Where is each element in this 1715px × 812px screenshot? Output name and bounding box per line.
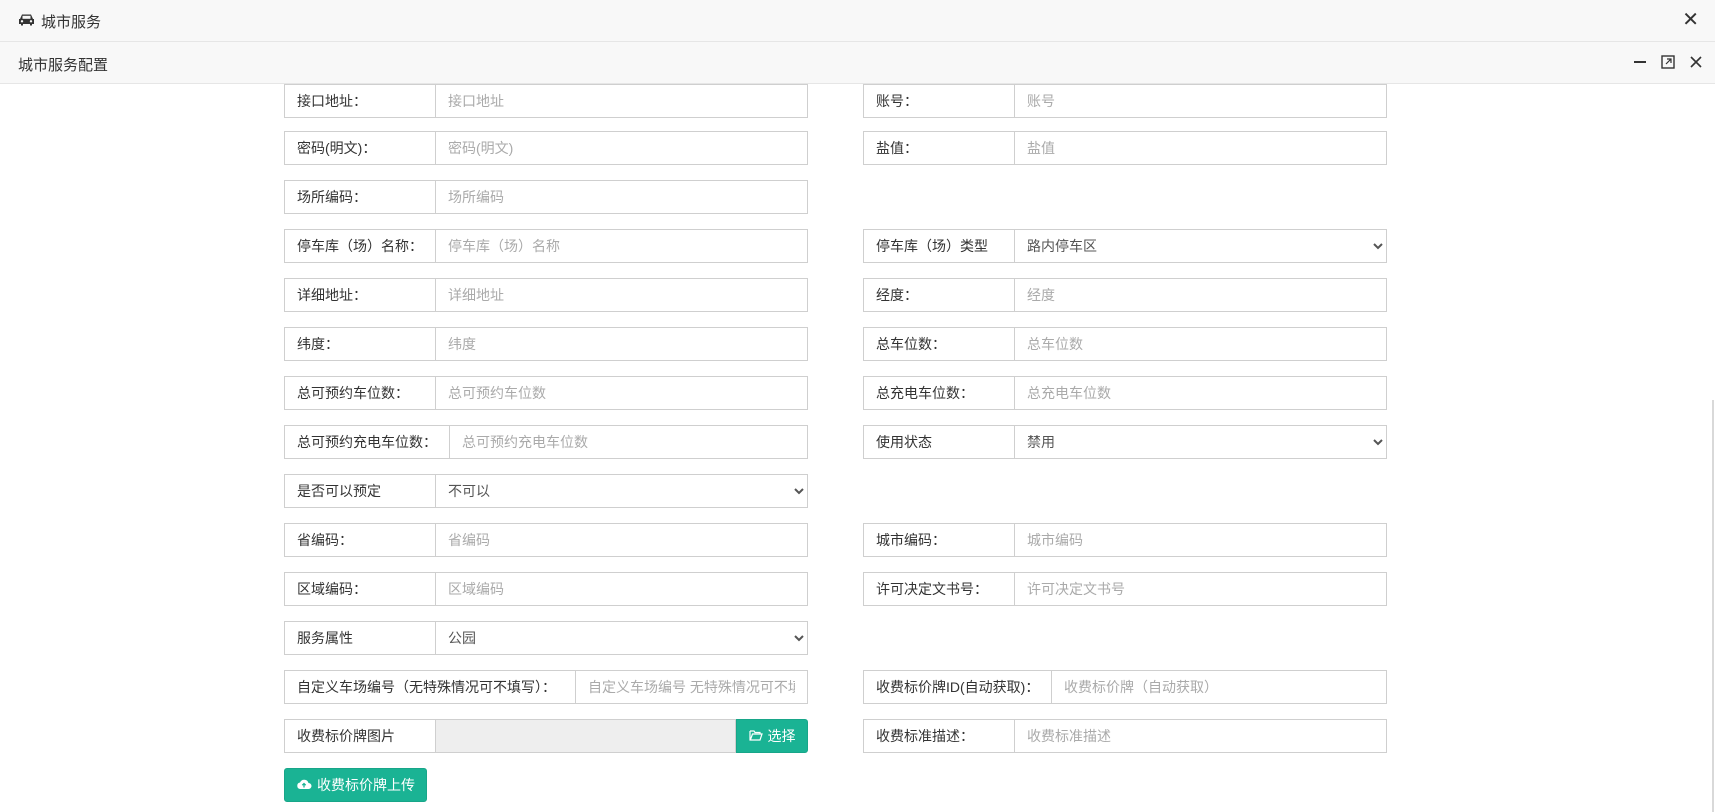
window-title: 城市服务 bbox=[18, 11, 101, 32]
status-field: 使用状态 禁用 bbox=[863, 425, 1387, 459]
dialog-titlebar: 城市服务配置 bbox=[0, 42, 1715, 84]
lot-name-field: 停车库（场）名称： bbox=[284, 229, 808, 263]
password-field: 密码(明文)： bbox=[284, 131, 808, 165]
total-spaces-input[interactable] bbox=[1014, 327, 1387, 361]
bookable-select[interactable]: 不可以 bbox=[435, 474, 808, 508]
reservable-spaces-input[interactable] bbox=[435, 376, 808, 410]
folder-open-icon bbox=[748, 728, 763, 744]
lot-type-field: 停车库（场）类型 路内停车区 bbox=[863, 229, 1387, 263]
service-attr-field: 服务属性 公园 bbox=[284, 621, 808, 655]
api-url-input[interactable] bbox=[435, 84, 808, 118]
price-board-id-field: 收费标价牌ID(自动获取)： bbox=[863, 670, 1387, 704]
minimize-icon[interactable] bbox=[1631, 52, 1649, 72]
license-no-field: 许可决定文书号： bbox=[863, 572, 1387, 606]
longitude-input[interactable] bbox=[1014, 278, 1387, 312]
api-url-field: 接口地址： bbox=[284, 84, 808, 118]
district-code-input[interactable] bbox=[435, 572, 808, 606]
latitude-field: 纬度： bbox=[284, 327, 808, 361]
password-input[interactable] bbox=[435, 131, 808, 165]
city-code-input[interactable] bbox=[1014, 523, 1387, 557]
dialog-close-icon[interactable] bbox=[1687, 52, 1705, 72]
account-input[interactable] bbox=[1014, 84, 1387, 118]
longitude-field: 经度： bbox=[863, 278, 1387, 312]
window-close-icon[interactable]: ✕ bbox=[1682, 9, 1699, 31]
custom-lot-no-input[interactable] bbox=[575, 670, 808, 704]
charging-spaces-input[interactable] bbox=[1014, 376, 1387, 410]
service-attr-select[interactable]: 公园 bbox=[435, 621, 808, 655]
maximize-icon[interactable] bbox=[1659, 52, 1677, 72]
account-field: 账号： bbox=[863, 84, 1387, 118]
site-code-field: 场所编码： bbox=[284, 180, 808, 214]
price-board-id-input[interactable] bbox=[1051, 670, 1387, 704]
lot-type-select[interactable]: 路内停车区 bbox=[1014, 229, 1387, 263]
reservable-spaces-field: 总可预约车位数： bbox=[284, 376, 808, 410]
dialog-title: 城市服务配置 bbox=[18, 57, 109, 74]
scrollbar[interactable] bbox=[1712, 400, 1714, 812]
window-titlebar: 城市服务 ✕ bbox=[0, 0, 1715, 42]
price-board-image-path bbox=[435, 719, 736, 753]
license-no-input[interactable] bbox=[1014, 572, 1387, 606]
latitude-input[interactable] bbox=[435, 327, 808, 361]
salt-input[interactable] bbox=[1014, 131, 1387, 165]
city-service-form: 接口地址： 账号： 密码(明文)： 盐值： 场所编码： 停车库（场）名称： 停车… bbox=[0, 84, 1715, 812]
fee-desc-field: 收费标准描述： bbox=[863, 719, 1387, 753]
bookable-field: 是否可以预定 不可以 bbox=[284, 474, 808, 508]
district-code-field: 区域编码： bbox=[284, 572, 808, 606]
total-spaces-field: 总车位数： bbox=[863, 327, 1387, 361]
city-code-field: 城市编码： bbox=[863, 523, 1387, 557]
price-board-image-field: 收费标价牌图片 选择 bbox=[284, 719, 808, 753]
status-select[interactable]: 禁用 bbox=[1014, 425, 1387, 459]
custom-lot-no-field: 自定义车场编号（无特殊情况可不填写）： bbox=[284, 670, 808, 704]
charging-spaces-field: 总充电车位数： bbox=[863, 376, 1387, 410]
choose-file-button[interactable]: 选择 bbox=[736, 719, 808, 753]
fee-desc-input[interactable] bbox=[1014, 719, 1387, 753]
province-code-input[interactable] bbox=[435, 523, 808, 557]
address-input[interactable] bbox=[435, 278, 808, 312]
reservable-charging-field: 总可预约充电车位数： bbox=[284, 425, 808, 459]
upload-price-board-button[interactable]: 收费标价牌上传 bbox=[284, 768, 427, 802]
site-code-input[interactable] bbox=[435, 180, 808, 214]
cloud-upload-icon bbox=[296, 777, 312, 793]
address-field: 详细地址： bbox=[284, 278, 808, 312]
lot-name-input[interactable] bbox=[435, 229, 808, 263]
province-code-field: 省编码： bbox=[284, 523, 808, 557]
salt-field: 盐值： bbox=[863, 131, 1387, 165]
reservable-charging-input[interactable] bbox=[449, 425, 808, 459]
car-icon bbox=[18, 13, 35, 30]
